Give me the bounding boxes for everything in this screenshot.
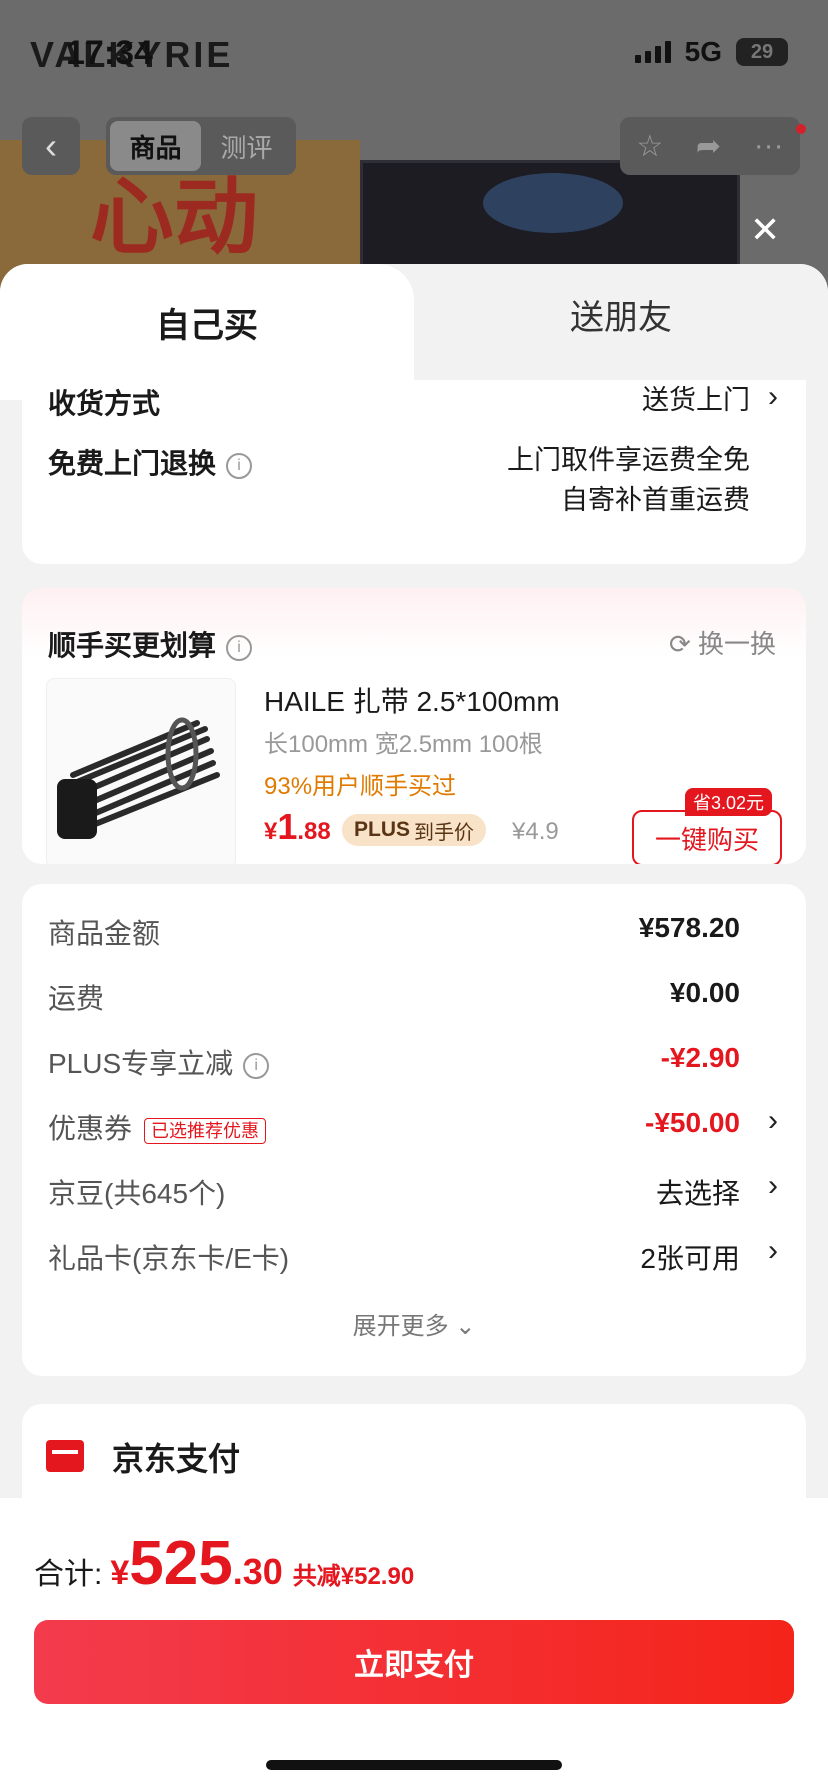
delivery-method-value[interactable]: 送货上门 bbox=[642, 380, 750, 420]
info-icon[interactable]: i bbox=[243, 1052, 270, 1079]
chevron-down-icon: ⌄ bbox=[455, 1313, 476, 1340]
free-return-label: 免费上门退换 i bbox=[48, 442, 253, 482]
notification-dot bbox=[796, 124, 806, 134]
addon-price: ¥1.88 bbox=[264, 806, 331, 848]
cable-ties-image bbox=[47, 679, 235, 864]
network-type: 5G bbox=[684, 36, 722, 67]
free-return-text: 免费上门退换 bbox=[48, 448, 217, 479]
total-integer: 525 bbox=[129, 1529, 233, 1598]
page-tabs: 商品 测评 bbox=[106, 117, 296, 175]
back-button[interactable]: ‹ bbox=[22, 117, 80, 175]
addon-card: 顺手买更划算 i ⟳ 换一换 HAILE 扎带 2.5*100mm 长100mm… bbox=[22, 588, 806, 864]
star-icon[interactable]: ☆ bbox=[636, 129, 663, 164]
payment-method-label: 京东支付 bbox=[112, 1441, 241, 1477]
home-indicator[interactable] bbox=[266, 1760, 562, 1770]
product-thumbnail[interactable] bbox=[46, 678, 236, 864]
order-total: 合计: ¥ 525 .30 共减¥52.90 bbox=[34, 1528, 414, 1599]
chevron-right-icon[interactable]: › bbox=[768, 1104, 778, 1138]
total-label: 合计: bbox=[34, 1558, 103, 1591]
more-icon[interactable]: ··· bbox=[754, 129, 784, 163]
beans-label[interactable]: 京豆(共645个) bbox=[48, 1172, 225, 1212]
tab-product[interactable]: 商品 bbox=[110, 121, 201, 171]
addon-product-spec: 长100mm 宽2.5mm 100根 bbox=[264, 731, 543, 758]
one-click-buy-button[interactable]: 一键购买 bbox=[632, 810, 782, 864]
tab-gift[interactable]: 送朋友 bbox=[414, 264, 828, 364]
giftcard-value[interactable]: 2张可用 bbox=[640, 1237, 740, 1277]
delivery-method-label: 收货方式 bbox=[48, 388, 161, 419]
goods-amount-value: ¥578.20 bbox=[638, 912, 740, 943]
original-price: ¥4.9 bbox=[512, 818, 559, 845]
giftcard-label[interactable]: 礼品卡(京东卡/E卡) bbox=[48, 1237, 289, 1277]
swap-label: 换一换 bbox=[697, 629, 776, 659]
expand-more-button[interactable]: 展开更多 ⌄ bbox=[22, 1306, 806, 1341]
addon-bought-ratio: 93%用户顺手买过 bbox=[264, 773, 457, 800]
coupon-value[interactable]: -¥50.00 bbox=[645, 1107, 740, 1139]
close-icon[interactable]: ✕ bbox=[750, 212, 780, 248]
info-icon[interactable]: i bbox=[226, 634, 253, 661]
plus-text: 到手价 bbox=[414, 821, 475, 844]
beans-value[interactable]: 去选择 bbox=[656, 1172, 740, 1212]
save-badge: 省3.02元 bbox=[685, 788, 773, 816]
chevron-right-icon[interactable]: › bbox=[768, 1234, 778, 1268]
share-icon[interactable]: ➦ bbox=[696, 129, 721, 164]
plus-discount-value: -¥2.90 bbox=[660, 1042, 740, 1073]
expand-more-label: 展开更多 bbox=[352, 1313, 449, 1340]
price-symbol: ¥ bbox=[264, 818, 278, 845]
addon-title-text: 顺手买更划算 bbox=[48, 630, 217, 661]
screen: 心动 VALKYRIE 17:34 5G 29 ‹ 商品 测评 ☆ ➦ ··· … bbox=[0, 0, 828, 1792]
price-summary-card: 商品金额 ¥578.20 运费 ¥0.00 PLUS专享立减 i -¥2.90 优… bbox=[22, 884, 806, 1376]
total-decimal: .30 bbox=[232, 1551, 283, 1592]
shipping-value: ¥0.00 bbox=[669, 977, 740, 1008]
coupon-text: 优惠券 bbox=[48, 1113, 133, 1144]
price-decimal: .88 bbox=[297, 818, 331, 845]
payment-card-icon bbox=[46, 1440, 84, 1472]
coupon-tag: 已选推荐优惠 bbox=[144, 1117, 267, 1144]
plus-price-badge: PLUS 到手价 bbox=[342, 814, 487, 846]
chevron-left-icon: ‹ bbox=[45, 125, 57, 166]
background-page: 心动 VALKYRIE 17:34 5G 29 ‹ 商品 测评 ☆ ➦ ··· bbox=[0, 0, 828, 300]
plus-tag: PLUS bbox=[354, 818, 411, 841]
info-icon[interactable]: i bbox=[226, 452, 253, 479]
price-integer: 1 bbox=[277, 806, 298, 847]
addon-title: 顺手买更划算 i bbox=[48, 624, 253, 664]
shipping-label: 运费 bbox=[48, 983, 105, 1014]
total-currency: ¥ bbox=[110, 1554, 130, 1592]
addon-product-name[interactable]: HAILE 扎带 2.5*100mm bbox=[264, 680, 560, 720]
page-actions: ☆ ➦ ··· bbox=[620, 117, 800, 175]
plus-discount-text: PLUS专享立减 bbox=[48, 1048, 234, 1079]
free-return-line2: 自寄补首重运费 bbox=[561, 485, 750, 515]
delivery-card: 收货方式 送货上门 › 免费上门退换 i 上门取件享运费全免 自寄补首重运费 bbox=[22, 380, 806, 564]
chevron-right-icon[interactable]: › bbox=[768, 1169, 778, 1203]
swap-button[interactable]: ⟳ 换一换 bbox=[669, 624, 776, 661]
signal-icon bbox=[634, 41, 671, 63]
coupon-label[interactable]: 优惠券 已选推荐优惠 bbox=[48, 1107, 267, 1147]
tab-review[interactable]: 测评 bbox=[201, 121, 292, 171]
status-indicators: 5G 29 bbox=[634, 36, 788, 68]
free-return-line1: 上门取件享运费全免 bbox=[507, 445, 750, 475]
checkout-footer: 合计: ¥ 525 .30 共减¥52.90 立即支付 bbox=[0, 1498, 828, 1792]
goods-amount-label: 商品金额 bbox=[48, 918, 161, 949]
product-glow bbox=[483, 173, 623, 233]
total-saved[interactable]: 共减¥52.90 bbox=[293, 1556, 414, 1591]
pay-now-button[interactable]: 立即支付 bbox=[34, 1620, 794, 1704]
chevron-right-icon[interactable]: › bbox=[768, 380, 778, 414]
plus-discount-label: PLUS专享立减 i bbox=[48, 1042, 270, 1082]
status-time: 17:34 bbox=[66, 34, 153, 72]
refresh-icon: ⟳ bbox=[668, 629, 691, 659]
battery-icon: 29 bbox=[736, 38, 788, 66]
